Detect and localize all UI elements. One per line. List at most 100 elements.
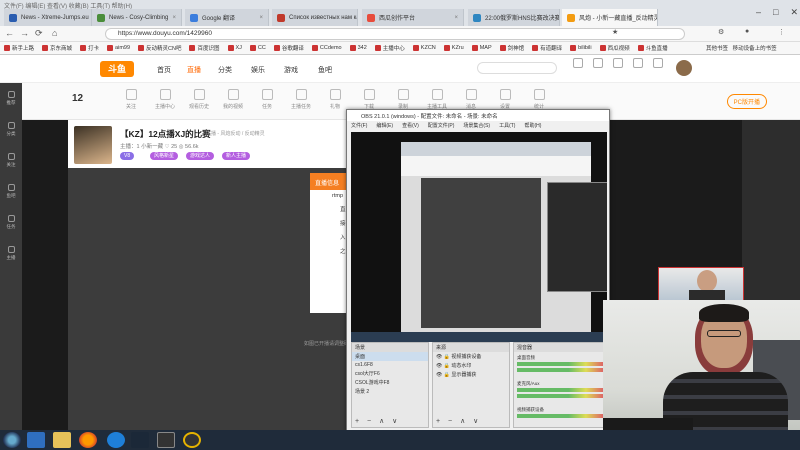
start-button[interactable] [3, 432, 21, 448]
header-icon-5[interactable] [648, 58, 668, 70]
scene-item[interactable]: 场景 2 [352, 387, 428, 396]
explorer-icon[interactable] [53, 432, 71, 448]
bookmark-item[interactable]: 剑神馆 [499, 44, 524, 52]
avatar[interactable] [676, 60, 692, 76]
back-icon[interactable]: ← [5, 28, 14, 38]
tag-2[interactable]: 游戏达人 [186, 152, 215, 160]
eye-icon[interactable]: 👁 [436, 363, 442, 369]
toolbar-item[interactable]: 消息 [456, 89, 486, 110]
toolbar-item[interactable]: 礼物 [320, 89, 350, 110]
close-icon[interactable]: ✕ [790, 7, 798, 18]
home-icon[interactable]: ⌂ [52, 28, 57, 38]
user-icon[interactable]: ● [745, 28, 749, 35]
obs-menu-item[interactable]: 编辑(E) [376, 122, 393, 129]
volume-slider[interactable] [517, 394, 603, 398]
room-category[interactable]: 主播 - 风炮反动 / 反动精灵 [206, 130, 265, 137]
obs-menu-item[interactable]: 帮助(H) [524, 122, 541, 129]
nav-category[interactable]: 分类 [218, 65, 232, 75]
maximize-icon[interactable]: □ [773, 7, 778, 18]
obs-icon[interactable] [157, 432, 175, 448]
bookmark-item[interactable]: bilibili [570, 45, 592, 51]
toolbar-item[interactable]: 我的视频 [218, 89, 248, 110]
bookmark-item[interactable]: 反动精灵CN吧 [138, 44, 181, 52]
forward-icon[interactable]: → [20, 28, 29, 38]
tag-1[interactable]: 风格新星 [150, 152, 179, 160]
minimize-icon[interactable]: – [756, 7, 761, 18]
toolbar-item[interactable]: 观看历史 [184, 89, 214, 110]
nav-home[interactable]: 首页 [157, 65, 171, 75]
bookmark-item[interactable]: 谷歌翻译 [273, 44, 304, 52]
extension-icon[interactable]: ⚙ [718, 28, 724, 36]
toolbar-item[interactable]: 主播任务 [286, 89, 316, 110]
nav-entertainment[interactable]: 娱乐 [251, 65, 265, 75]
tag-3[interactable]: 新人主播 [222, 152, 251, 160]
source-controls[interactable]: + − ∧ ∨ [436, 417, 481, 425]
browser-tab[interactable]: Список известных нам карт× [272, 9, 358, 26]
browser-tab[interactable]: 风炮 - 小新一藏直播_反动精灵× [562, 9, 658, 26]
bookmark-item[interactable]: KZru [443, 45, 464, 51]
toolbar-item[interactable]: 录制 [388, 89, 418, 110]
star-icon[interactable]: ★ [612, 28, 618, 36]
bookmark-item[interactable]: 百度识图 [189, 44, 220, 52]
header-icon-3[interactable] [608, 58, 628, 70]
menu-icon[interactable]: ⋮ [778, 28, 785, 36]
pc-live-button[interactable]: PC版开播 [726, 94, 767, 109]
obs-preview[interactable] [351, 132, 607, 342]
reload-icon[interactable]: ⟳ [35, 28, 43, 39]
bookmark-item[interactable]: 打卡 [80, 44, 99, 52]
bookmark-item[interactable]: 斗鱼直播 [637, 44, 668, 52]
sidebar-item[interactable]: 鱼吧 [2, 184, 20, 199]
header-icon-4[interactable] [628, 58, 648, 70]
tab-close-icon[interactable]: × [451, 15, 458, 21]
bookmark-item[interactable]: aim99 [107, 45, 130, 51]
nav-games[interactable]: 游戏 [284, 65, 298, 75]
ie-icon[interactable] [27, 432, 45, 448]
douyu-logo[interactable]: 斗鱼 [100, 61, 134, 77]
url-input[interactable]: https://www.douyu.com/1429960 [105, 28, 685, 40]
browser-tab[interactable]: Google 翻译 × [185, 9, 269, 26]
bookmark-item[interactable]: 京东商城 [42, 44, 72, 52]
bookmark-item[interactable]: XJ [227, 45, 242, 51]
obs-menu-item[interactable]: 查看(V) [402, 122, 419, 129]
eye-icon[interactable]: 👁 [436, 372, 442, 378]
browser-tab[interactable]: News - Cosy-Climbing × [92, 9, 182, 26]
lock-icon[interactable]: 🔒 [444, 372, 450, 378]
browser-tab[interactable]: 22:00俄罗斯HNS比赛改决赛× [468, 9, 560, 26]
source-item[interactable]: 👁 🔒 显示器捕获 [433, 370, 509, 379]
browser-tab[interactable]: 西瓜创作平台 × [362, 9, 464, 26]
other-bookmarks[interactable]: 其他书签 移动设备上的书签 [706, 44, 777, 52]
obs-menu-item[interactable]: 文件(F) [351, 122, 367, 129]
firefox-icon[interactable] [79, 432, 97, 448]
toolbar-item[interactable]: 主播工具 [422, 89, 452, 110]
bookmark-item[interactable]: KZCN [412, 45, 436, 51]
bookmark-item[interactable]: 主播中心 [374, 44, 405, 52]
sidebar-item[interactable]: 分类 [2, 122, 20, 137]
scene-item[interactable]: csol大厅F6 [352, 369, 428, 378]
toolbar-item[interactable]: 统计 [524, 89, 554, 110]
header-icon-1[interactable] [568, 58, 588, 70]
sidebar-item[interactable]: 主播 [2, 246, 20, 261]
obs-menu-item[interactable]: 场景集合(S) [463, 122, 490, 129]
volume-slider[interactable] [517, 368, 603, 372]
source-item[interactable]: 👁 🔒 视频捕获设备 [433, 352, 509, 361]
toolbar-item[interactable]: 设置 [490, 89, 520, 110]
browser-tab[interactable]: News - Xtreme-Jumps.eu× [4, 9, 92, 26]
scene-item[interactable]: CSOL游戏中F8 [352, 378, 428, 387]
source-item[interactable]: 👁 🔒 动态水印 [433, 361, 509, 370]
obs-menu-item[interactable]: 工具(T) [499, 122, 515, 129]
bookmark-item[interactable]: CC [249, 45, 266, 51]
tab-close-icon[interactable]: × [169, 15, 176, 21]
sidebar-item[interactable]: 推荐 [2, 91, 20, 106]
bookmark-item[interactable]: 有道翻译 [532, 44, 562, 52]
sidebar-item[interactable]: 关注 [2, 153, 20, 168]
sidebar-item[interactable]: 任务 [2, 215, 20, 230]
bookmark-item[interactable]: 新手上路 [4, 44, 34, 52]
header-icon-2[interactable] [588, 58, 608, 70]
tab-close-icon[interactable]: × [256, 15, 263, 21]
bookmark-item[interactable]: MAP [471, 45, 492, 51]
bookmark-item[interactable]: 342 [349, 45, 367, 51]
bookmark-item[interactable]: 西瓜视频 [599, 44, 630, 52]
scene-item[interactable]: cs1.6F8 [352, 361, 428, 369]
obs-menu-item[interactable]: 配置文件(P) [428, 122, 455, 129]
nav-fishbar[interactable]: 鱼吧 [318, 65, 332, 75]
